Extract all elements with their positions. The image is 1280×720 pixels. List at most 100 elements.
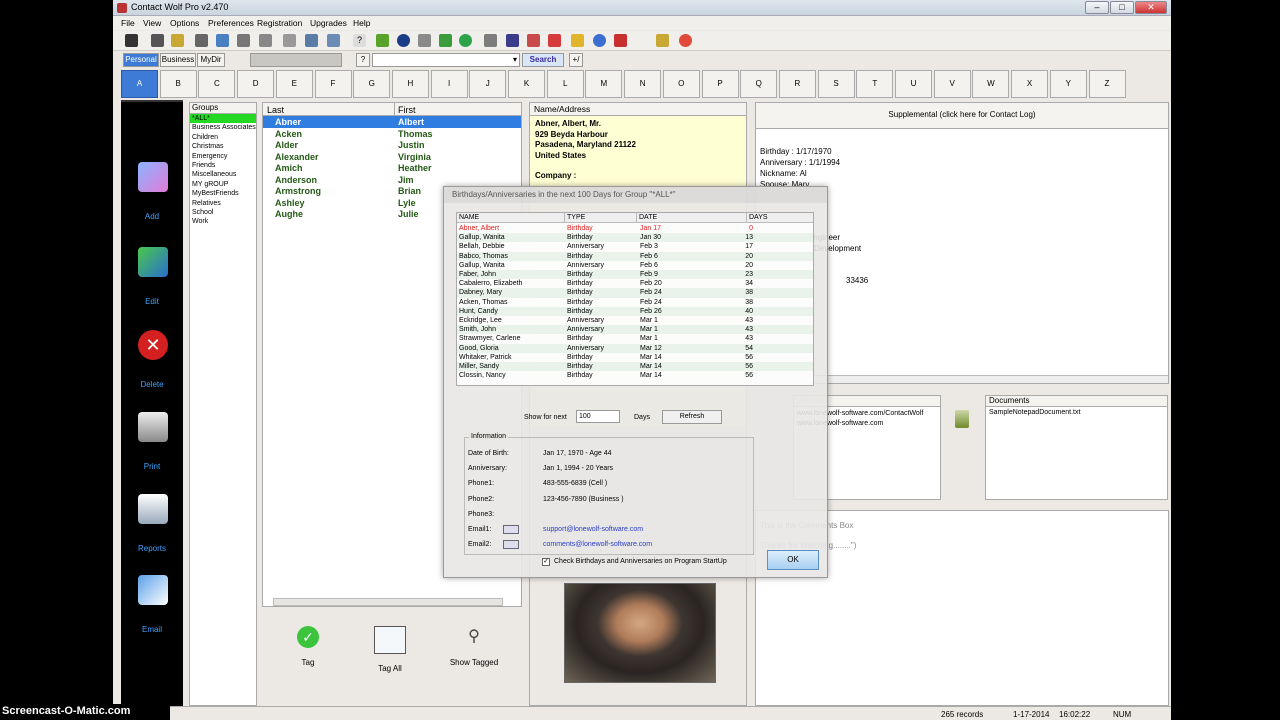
letter-tab-v[interactable]: V xyxy=(933,70,971,98)
menu-view[interactable]: View xyxy=(143,18,161,28)
letter-tab-c[interactable]: C xyxy=(198,70,236,98)
find-icon[interactable] xyxy=(327,34,340,47)
columns-icon[interactable] xyxy=(484,34,497,47)
contact-row[interactable]: Abner Albert xyxy=(263,116,521,128)
menu-help[interactable]: Help xyxy=(353,18,370,28)
letter-tab-g[interactable]: G xyxy=(353,70,391,98)
refresh-icon[interactable] xyxy=(593,34,606,47)
delete-button[interactable]: ✕ Delete xyxy=(121,330,183,410)
settings-icon[interactable] xyxy=(237,34,250,47)
letter-tab-l[interactable]: L xyxy=(546,70,584,98)
open-icon[interactable] xyxy=(151,34,164,47)
col-days[interactable]: DAYS xyxy=(747,213,813,223)
refresh-button[interactable]: Refresh xyxy=(662,410,722,424)
export-icon[interactable] xyxy=(376,34,389,47)
alarm-icon[interactable] xyxy=(527,34,540,47)
contact-row[interactable]: Anderson Jim xyxy=(263,174,521,186)
chat-icon[interactable] xyxy=(459,34,472,47)
document-item[interactable]: SampleNotepadDocument.txt xyxy=(986,407,1167,418)
tools-icon[interactable] xyxy=(614,34,627,47)
letter-tab-o[interactable]: O xyxy=(662,70,700,98)
help-icon[interactable]: ? xyxy=(353,34,366,47)
tag-button[interactable]: ✓ Tag xyxy=(278,626,338,667)
group-item[interactable]: Relatives xyxy=(190,199,256,208)
search-input[interactable]: ▾ xyxy=(372,53,520,67)
email2-value[interactable]: comments@lonewolf-software.com xyxy=(543,541,652,548)
first-column-header[interactable]: First xyxy=(398,105,416,115)
contact-row[interactable]: Acken Thomas xyxy=(263,128,521,140)
birthday-row[interactable]: Cabalerro, Elizabeth Birthday Feb 20 34 xyxy=(457,279,813,288)
birthday-row[interactable]: Dabney, Mary Birthday Feb 24 38 xyxy=(457,288,813,298)
group-item[interactable]: Children xyxy=(190,133,256,142)
days-input[interactable]: 100 xyxy=(576,410,620,423)
star-icon[interactable] xyxy=(571,34,584,47)
contact-row[interactable]: Alder Justin xyxy=(263,139,521,151)
letter-tab-d[interactable]: D xyxy=(237,70,275,98)
letter-tab-e[interactable]: E xyxy=(275,70,313,98)
preview-icon[interactable] xyxy=(216,34,229,47)
contacts-scrollbar[interactable] xyxy=(273,598,503,606)
menu-upgrades[interactable]: Upgrades xyxy=(310,18,347,28)
letter-tab-y[interactable]: Y xyxy=(1049,70,1087,98)
letter-tab-x[interactable]: X xyxy=(1011,70,1049,98)
tab-business[interactable]: Business xyxy=(160,53,196,67)
letter-tab-z[interactable]: Z xyxy=(1088,70,1126,98)
letter-tab-r[interactable]: R xyxy=(778,70,816,98)
menu-options[interactable]: Options xyxy=(170,18,199,28)
birthday-row[interactable]: Abner, Albert Birthday Jan 17 0 xyxy=(457,224,813,233)
birthday-row[interactable]: Miller, Sandy Birthday Mar 14 56 xyxy=(457,362,813,372)
letter-tab-n[interactable]: N xyxy=(624,70,662,98)
group-item[interactable]: Miscellaneous xyxy=(190,170,256,179)
birthday-row[interactable]: Smith, John Anniversary Mar 1 43 xyxy=(457,325,813,335)
copy-icon[interactable] xyxy=(283,34,296,47)
birthday-row[interactable]: Gallup, Wanita Birthday Jan 30 13 xyxy=(457,233,813,243)
search-options-button[interactable]: +/ xyxy=(569,53,583,67)
window-icon[interactable] xyxy=(259,34,272,47)
save-icon[interactable] xyxy=(125,34,138,47)
letter-tab-a[interactable]: A xyxy=(121,70,158,98)
col-type[interactable]: TYPE xyxy=(565,213,637,223)
reports-button[interactable]: Reports xyxy=(121,494,183,574)
birthday-row[interactable]: Good, Gloria Anniversary Mar 12 54 xyxy=(457,343,813,353)
birthday-row[interactable]: Eckridge, Lee Anniversary Mar 1 43 xyxy=(457,316,813,325)
birthday-row[interactable]: Acken, Thomas Birthday Feb 24 38 xyxy=(457,298,813,307)
birthday-row[interactable]: Gallup, Wanita Anniversary Feb 6 20 xyxy=(457,261,813,270)
letter-tab-j[interactable]: J xyxy=(469,70,507,98)
birthday-row[interactable]: Bellah, Debbie Anniversary Feb 3 17 xyxy=(457,242,813,251)
print-icon[interactable] xyxy=(195,34,208,47)
letter-tab-t[interactable]: T xyxy=(856,70,894,98)
letter-tab-f[interactable]: F xyxy=(314,70,352,98)
birthday-row[interactable]: Whitaker, Patrick Birthday Mar 14 56 xyxy=(457,353,813,362)
group-item[interactable]: Emergency xyxy=(190,152,256,161)
envelope-icon[interactable] xyxy=(503,525,519,534)
birthday-row[interactable]: Clossin, Nancy Birthday Mar 14 56 xyxy=(457,371,813,380)
letter-tab-q[interactable]: Q xyxy=(740,70,778,98)
col-name[interactable]: NAME xyxy=(457,213,565,223)
letter-tab-m[interactable]: M xyxy=(585,70,623,98)
attach-document-icon[interactable] xyxy=(955,410,969,428)
birthday-row[interactable]: Strawmyer, Carlene Birthday Mar 1 43 xyxy=(457,334,813,343)
group-item[interactable]: *ALL* xyxy=(190,114,256,124)
tab-mydir[interactable]: MyDir xyxy=(197,53,225,67)
letter-tab-h[interactable]: H xyxy=(391,70,429,98)
contact-row[interactable]: Amich Heather xyxy=(263,162,521,174)
calendar-icon[interactable] xyxy=(506,34,519,47)
menu-preferences[interactable]: Preferences xyxy=(208,18,254,28)
search-help-button[interactable]: ? xyxy=(356,53,370,67)
birthday-row[interactable]: Babco, Thomas Birthday Feb 6 20 xyxy=(457,251,813,261)
group-item[interactable]: School xyxy=(190,208,256,217)
birthday-row[interactable]: Hunt, Candy Birthday Feb 26 40 xyxy=(457,306,813,316)
supplemental-header[interactable]: Supplemental (click here for Contact Log… xyxy=(756,103,1168,129)
minimize-button[interactable]: – xyxy=(1085,1,1109,14)
group-item[interactable]: MyBestFriends xyxy=(190,189,256,198)
edit-button[interactable]: Edit xyxy=(121,247,183,327)
ok-button[interactable]: OK xyxy=(767,550,819,570)
search-button[interactable]: Search xyxy=(522,53,564,67)
birthday-row[interactable]: Faber, John Birthday Feb 9 23 xyxy=(457,270,813,280)
menu-file[interactable]: File xyxy=(121,18,135,28)
tab-personal[interactable]: Personal xyxy=(123,53,159,67)
globe-icon[interactable] xyxy=(397,34,410,47)
last-column-header[interactable]: Last xyxy=(267,105,284,115)
contact-row[interactable]: Alexander Virginia xyxy=(263,151,521,163)
letter-tab-w[interactable]: W xyxy=(972,70,1010,98)
